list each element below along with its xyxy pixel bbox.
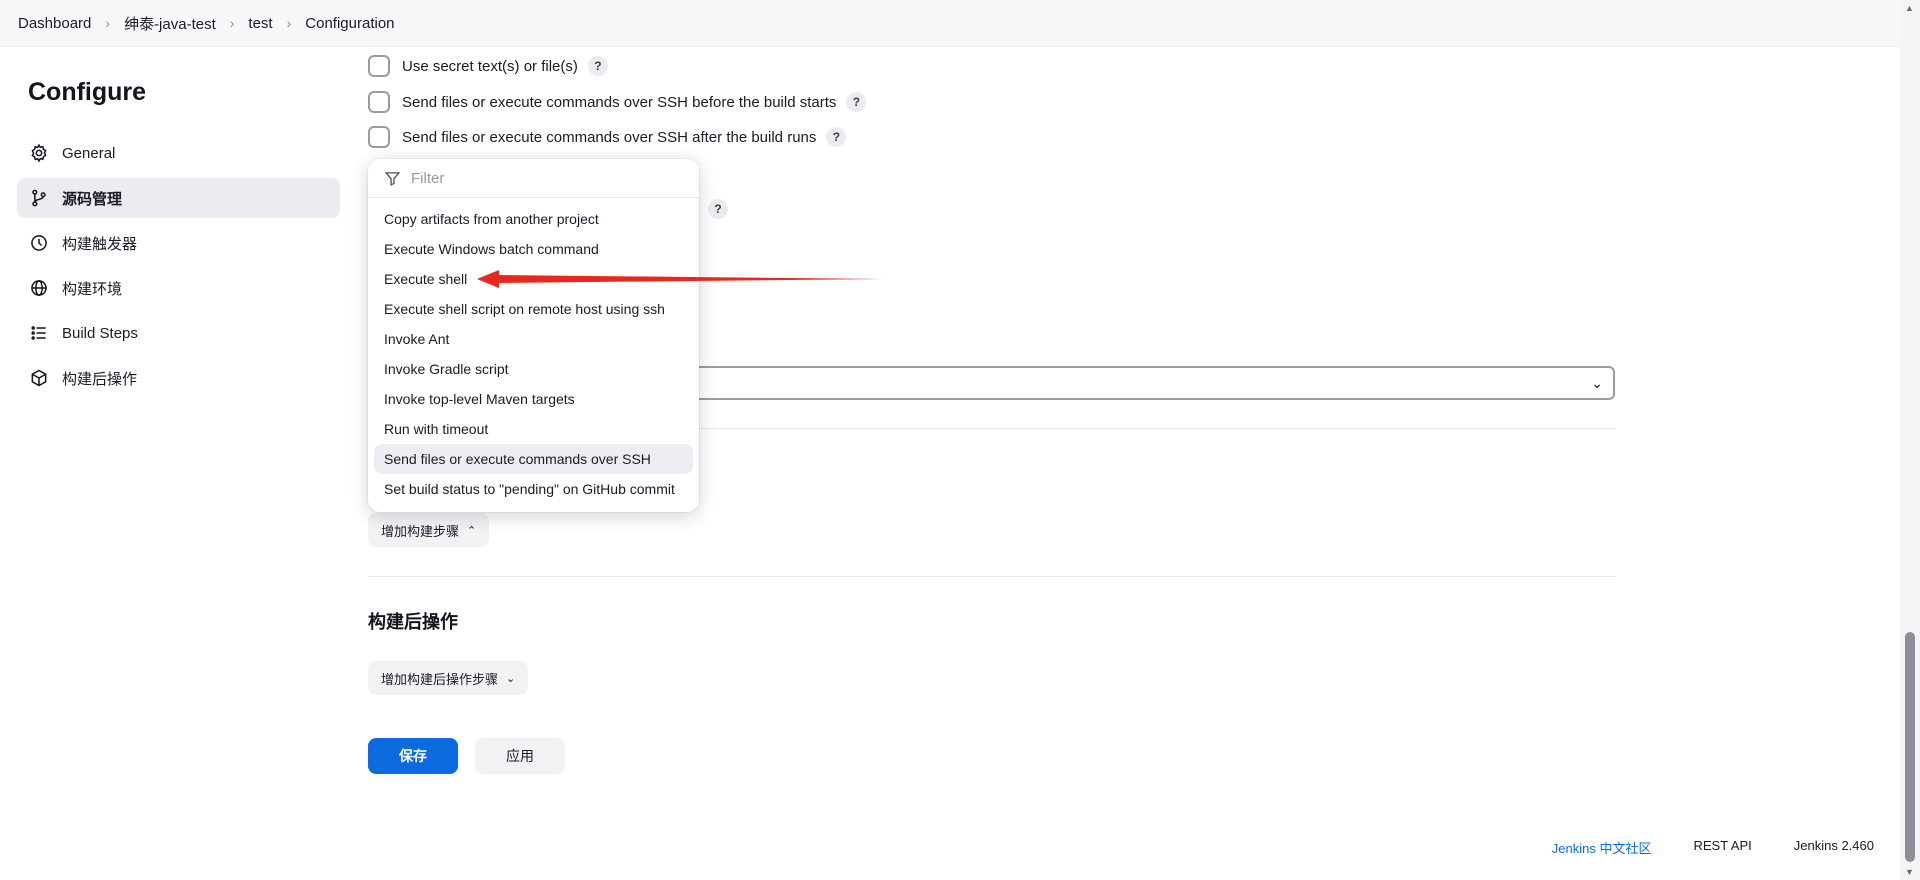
ssh-before-checkbox[interactable] <box>368 91 390 113</box>
breadcrumb-configuration[interactable]: Configuration <box>305 15 394 32</box>
option-label: Use secret text(s) or file(s) <box>402 57 578 75</box>
dropdown-item[interactable]: Run with timeout <box>374 414 693 444</box>
secret-files-checkbox[interactable] <box>368 55 390 77</box>
build-step-dropdown: Copy artifacts from another project Exec… <box>368 159 699 512</box>
red-arrow-icon <box>477 270 883 288</box>
breadcrumb: Dashboard › 绅泰-java-test › test › Config… <box>0 0 1900 47</box>
sidebar-item-label: 构建后操作 <box>62 370 138 388</box>
breadcrumb-project[interactable]: 绅泰-java-test <box>124 13 216 34</box>
help-icon[interactable]: ? <box>846 92 867 112</box>
sidebar-item-label: 构建触发器 <box>62 235 138 253</box>
ssh-after-checkbox[interactable] <box>368 126 390 148</box>
help-icon[interactable]: ? <box>587 56 608 76</box>
scroll-up-icon[interactable]: ▲ <box>1905 3 1914 13</box>
sidebar-item-label: General <box>62 144 116 162</box>
dropdown-item[interactable]: Copy artifacts from another project <box>374 204 693 234</box>
community-link[interactable]: Jenkins 中文社区 <box>1552 838 1652 857</box>
dropdown-item[interactable]: Set build status to "pending" on GitHub … <box>374 474 693 504</box>
scroll-down-icon[interactable]: ▼ <box>1905 867 1914 877</box>
page-title: Configure <box>28 78 147 106</box>
dropdown-item[interactable]: Invoke Ant <box>374 324 693 354</box>
dropdown-item[interactable]: Execute Windows batch command <box>374 234 693 264</box>
breadcrumb-job[interactable]: test <box>248 15 272 32</box>
breadcrumb-dashboard[interactable]: Dashboard <box>18 15 91 32</box>
filter-input[interactable] <box>409 168 669 188</box>
dropdown-item[interactable]: Invoke top-level Maven targets <box>374 384 693 414</box>
rest-api-link[interactable]: REST API <box>1693 838 1751 857</box>
package-icon <box>28 367 50 389</box>
gear-icon <box>28 142 50 164</box>
option-ssh-after: Send files or execute commands over SSH … <box>368 126 847 148</box>
sidebar: Configure General 源码管理 构建触发器 构建环境 Build … <box>17 70 340 403</box>
sidebar-item-source-code[interactable]: 源码管理 <box>17 178 340 218</box>
add-post-build-label: 增加构建后操作步骤 <box>381 671 499 687</box>
sidebar-item-label: 源码管理 <box>62 190 123 208</box>
sidebar-item-environment[interactable]: 构建环境 <box>17 268 340 308</box>
help-icon[interactable]: ? <box>826 127 847 147</box>
select-dropdown[interactable]: ⌄ <box>668 366 1615 400</box>
save-button[interactable]: 保存 <box>368 738 458 774</box>
sidebar-item-general[interactable]: General <box>17 133 340 173</box>
option-secret-files: Use secret text(s) or file(s) ? <box>368 55 608 77</box>
post-build-title: 构建后操作 <box>368 612 458 632</box>
version-label: Jenkins 2.460 <box>1793 838 1874 853</box>
globe-icon <box>28 277 50 299</box>
add-post-build-step-button[interactable]: 增加构建后操作步骤 ⌄ <box>368 661 529 695</box>
divider <box>368 576 1616 577</box>
chevron-down-icon: ⌄ <box>506 672 516 685</box>
sidebar-item-post-build[interactable]: 构建后操作 <box>17 358 340 398</box>
scroll-thumb[interactable] <box>1905 632 1915 862</box>
sidebar-item-triggers[interactable]: 构建触发器 <box>17 223 340 263</box>
sidebar-item-label: 构建环境 <box>62 280 123 298</box>
dropdown-item-hovered[interactable]: Send files or execute commands over SSH <box>374 444 693 474</box>
chevron-right-icon: › <box>229 15 235 31</box>
apply-button[interactable]: 应用 <box>475 738 565 774</box>
chevron-down-icon: ⌄ <box>1591 375 1603 391</box>
sidebar-item-label: Build Steps <box>62 324 138 342</box>
filter-icon <box>384 171 401 186</box>
dropdown-item[interactable]: Invoke Gradle script <box>374 354 693 384</box>
option-label: Send files or execute commands over SSH … <box>402 128 817 146</box>
help-icon[interactable]: ? <box>708 199 728 219</box>
chevron-right-icon: › <box>105 15 111 31</box>
footer: Jenkins 中文社区 REST API Jenkins 2.460 <box>1510 838 1874 857</box>
option-label: Send files or execute commands over SSH … <box>402 93 837 111</box>
branch-icon <box>28 187 50 209</box>
add-build-step-label: 增加构建步骤 <box>381 523 460 539</box>
add-build-step-button[interactable]: 增加构建步骤 ⌃ <box>368 513 490 547</box>
option-ssh-before: Send files or execute commands over SSH … <box>368 91 867 113</box>
scrollbar[interactable]: ▲ ▼ <box>1900 0 1920 880</box>
clock-icon <box>28 232 50 254</box>
dropdown-list: Copy artifacts from another project Exec… <box>368 198 699 504</box>
list-icon <box>28 322 50 344</box>
sidebar-item-build-steps[interactable]: Build Steps <box>17 313 340 353</box>
filter-row <box>368 159 699 198</box>
chevron-right-icon: › <box>286 15 292 31</box>
chevron-up-icon: ⌃ <box>467 524 477 537</box>
